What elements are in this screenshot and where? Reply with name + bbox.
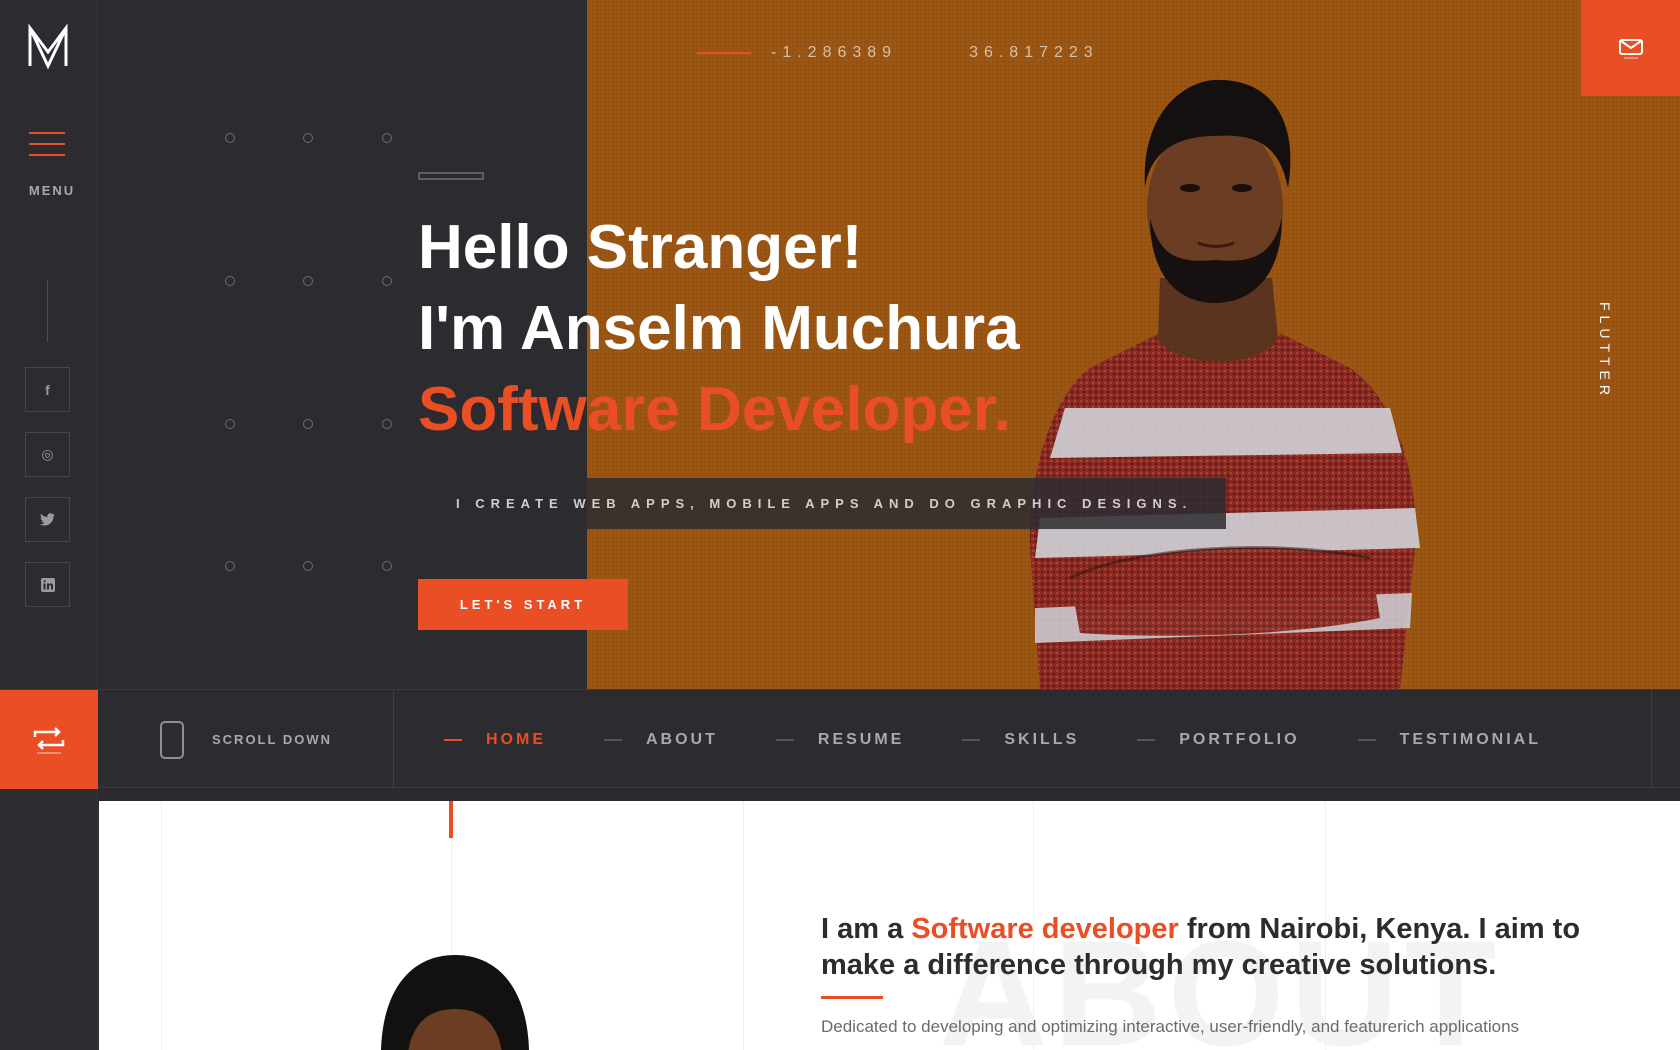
instagram-icon[interactable]: ◎: [25, 432, 70, 477]
nav-item-label: TESTIMONIAL: [1399, 730, 1541, 748]
phone-icon: [160, 720, 184, 759]
nav-item-label: PORTFOLIO: [1179, 730, 1300, 748]
about-portrait-illustration: [381, 955, 529, 1050]
hero-decor-bar: [418, 172, 484, 180]
about-heading: I am a Software developer from Nairobi, …: [821, 911, 1621, 983]
hero-tagline: I CREATE WEB APPS, MOBILE APPS AND DO GR…: [418, 478, 1226, 529]
hero-greeting: Hello Stranger!: [418, 213, 863, 282]
nav-item-home[interactable]: HOME: [444, 731, 546, 749]
hero-name: I'm Anselm Muchura: [418, 294, 1020, 363]
about-heading-pre: I am a: [821, 913, 912, 945]
latitude: -1.286389: [771, 44, 898, 61]
nav-item-portfolio[interactable]: PORTFOLIO: [1137, 731, 1299, 749]
monogram-logo-icon[interactable]: [26, 22, 70, 70]
nav-item-label: RESUME: [817, 730, 905, 748]
about-underline: [821, 996, 883, 999]
about-section: ABOUT I am a Software developer from Nai…: [99, 801, 1680, 1050]
nav-item-resume[interactable]: RESUME: [775, 730, 905, 749]
linkedin-icon[interactable]: [25, 562, 70, 607]
nav-item-about[interactable]: ABOUT: [604, 731, 718, 749]
menu-label[interactable]: MENU: [0, 183, 104, 198]
nav-item-label: ABOUT: [646, 730, 718, 748]
nav-divider: [1651, 690, 1652, 789]
vertical-tech-label: FLUTTER: [1597, 302, 1613, 400]
about-heading-highlight: Software developer: [911, 913, 1179, 945]
nav-item-skills[interactable]: SKILLS: [962, 731, 1079, 749]
divider: [47, 280, 48, 342]
longitude: 36.817223: [969, 44, 1099, 61]
mail-button[interactable]: [1581, 0, 1680, 96]
coordinates: -1.286389 36.817223: [697, 44, 1099, 62]
sidebar: MENU f ◎: [0, 0, 98, 1050]
nav-item-label: HOME: [486, 730, 546, 748]
menu-hamburger-icon[interactable]: [29, 132, 67, 158]
portrait-illustration: [1029, 79, 1420, 689]
hero-role: Software Developer.: [418, 375, 1011, 444]
section-marker: [449, 801, 453, 838]
mail-icon: [1618, 39, 1643, 59]
about-description: Dedicated to developing and optimizing i…: [821, 1017, 1520, 1036]
lets-start-button[interactable]: LET'S START: [418, 579, 628, 630]
nav-item-testimonial[interactable]: TESTIMONIAL: [1357, 730, 1541, 749]
scroll-down-button[interactable]: SCROLL DOWN: [98, 690, 394, 789]
section-nav-bar: SCROLL DOWN HOME ABOUT RESUME SKILLS POR…: [0, 689, 1680, 789]
twitter-icon[interactable]: [25, 497, 70, 542]
repeat-button[interactable]: [0, 690, 98, 789]
nav-menu: HOME ABOUT RESUME SKILLS PORTFOLIO TESTI…: [444, 690, 1599, 789]
nav-item-label: SKILLS: [1004, 730, 1080, 748]
facebook-icon[interactable]: f: [25, 367, 70, 412]
repeat-icon: [33, 726, 65, 754]
scroll-down-label: SCROLL DOWN: [212, 732, 332, 747]
